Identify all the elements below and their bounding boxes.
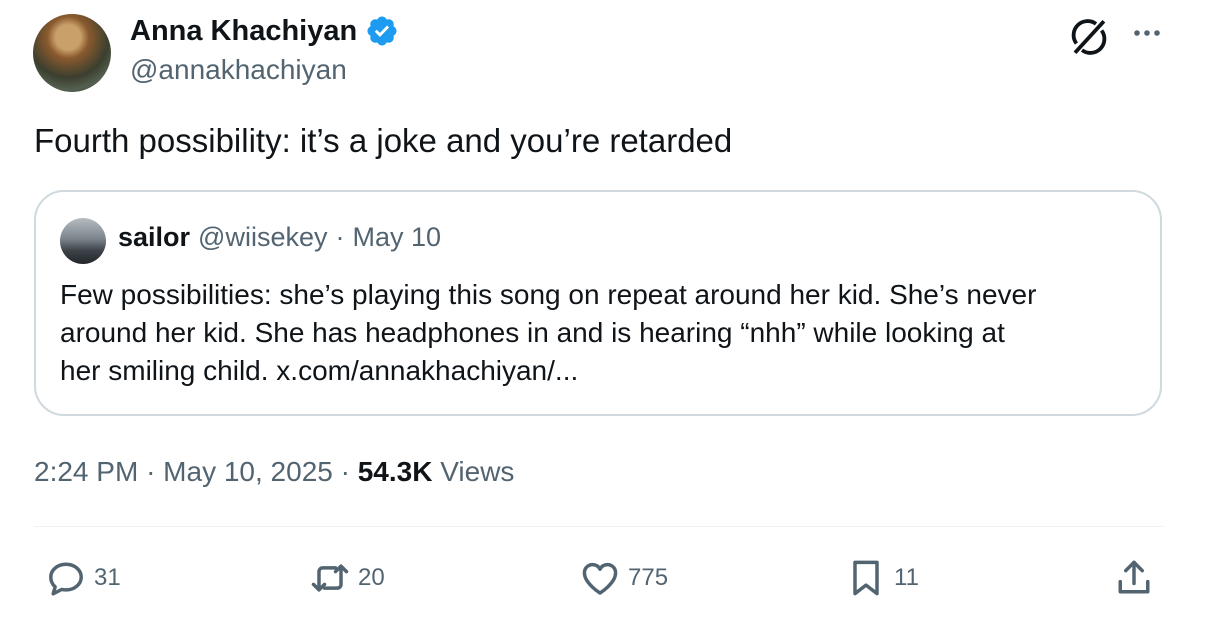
quoted-tweet-card[interactable]: sailor @wiisekey · May 10 Few possibilit…	[34, 190, 1162, 416]
actions-divider	[34, 526, 1164, 527]
views-count: 54.3K	[357, 456, 433, 487]
repost-icon	[311, 564, 349, 592]
bookmark-count: 11	[894, 564, 919, 591]
author-name[interactable]: Anna Khachiyan	[130, 15, 357, 48]
views-label: Views	[440, 456, 515, 487]
quoted-separator: ·	[335, 222, 345, 252]
share-icon	[1118, 560, 1150, 594]
repost-count: 20	[358, 564, 385, 591]
quoted-author-name[interactable]: sailor	[118, 222, 190, 253]
bookmark-icon	[853, 560, 879, 596]
quoted-date[interactable]: May 10	[352, 222, 441, 253]
quoted-text-line: her smiling child. x.com/annakhachiyan/.…	[60, 355, 579, 386]
author-avatar[interactable]	[33, 14, 111, 92]
reply-button[interactable]: 31	[44, 556, 121, 600]
repost-button[interactable]: 20	[308, 556, 385, 600]
reply-icon	[49, 562, 83, 596]
heart-icon	[582, 562, 618, 595]
quoted-author-avatar[interactable]	[60, 218, 106, 264]
quoted-text-line: around her kid. She has headphones in an…	[60, 317, 1005, 348]
tweet-date[interactable]: May 10, 2025	[163, 456, 333, 487]
tweet-text: Fourth possibility: it’s a joke and you’…	[34, 122, 733, 159]
author-handle[interactable]: @annakhachiyan	[130, 54, 347, 86]
author-name-row: Anna Khachiyan	[130, 12, 399, 50]
grok-icon[interactable]	[1068, 16, 1110, 58]
timestamp-separator: ·	[146, 456, 156, 487]
reply-count: 31	[94, 564, 121, 591]
share-button[interactable]	[1112, 556, 1156, 600]
bookmark-button[interactable]: 11	[844, 556, 919, 600]
like-count: 775	[628, 564, 669, 591]
verified-badge-icon	[367, 16, 397, 46]
more-icon[interactable]	[1128, 18, 1166, 48]
quoted-tweet-text: Few possibilities: she’s playing this so…	[60, 276, 1150, 390]
quoted-tweet-header: sailor @wiisekey · May 10	[118, 222, 441, 253]
like-button[interactable]: 775	[578, 556, 668, 600]
quoted-text-line: Few possibilities: she’s playing this so…	[60, 279, 1037, 310]
quoted-author-handle[interactable]: @wiisekey	[198, 222, 327, 253]
timestamp-separator: ·	[340, 456, 350, 487]
tweet-time[interactable]: 2:24 PM	[34, 456, 138, 487]
tweet-timestamp-row: 2:24 PM · May 10, 2025 · 54.3K Views	[34, 456, 514, 488]
